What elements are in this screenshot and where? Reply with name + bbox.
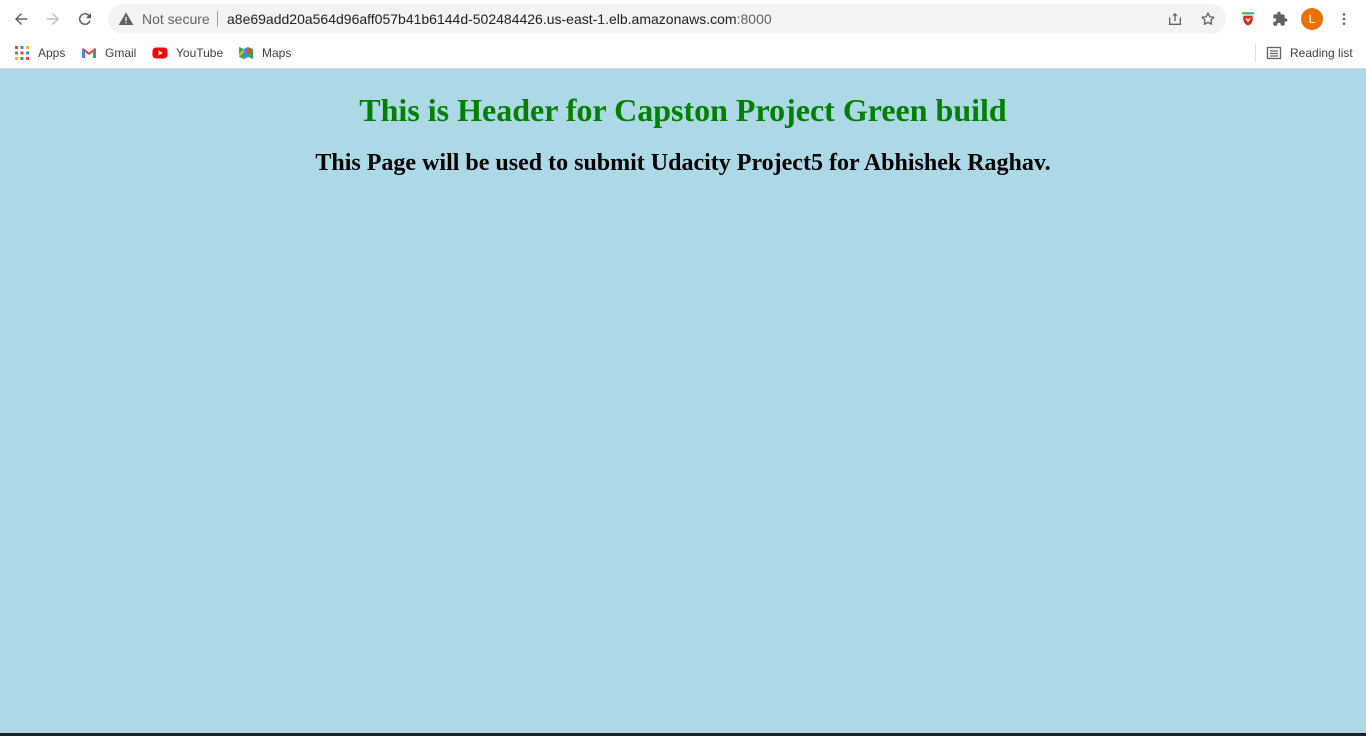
gmail-icon: [82, 48, 96, 58]
bookmark-label: YouTube: [176, 46, 224, 60]
back-button[interactable]: [7, 5, 35, 33]
url-host: a8e69add20a564d96aff057b41b6144d-5024844…: [227, 11, 737, 27]
star-icon: [1201, 12, 1215, 25]
bookmark-apps[interactable]: Apps: [14, 43, 65, 63]
share-icon: [1169, 13, 1181, 25]
bookmark-star-button[interactable]: [1198, 9, 1218, 29]
warning-triangle-icon[interactable]: [118, 11, 134, 27]
reading-list-button[interactable]: Reading list: [1266, 43, 1353, 63]
bookmarks-divider: [1255, 44, 1256, 62]
apps-grid-icon: [15, 46, 29, 60]
page-subheader: This Page will be used to submit Udacity…: [315, 150, 1051, 176]
bookmark-maps[interactable]: Maps: [238, 43, 291, 63]
browser-menu-button[interactable]: [1332, 7, 1356, 31]
reading-list-icon: [1266, 46, 1282, 60]
forward-button[interactable]: [39, 5, 67, 33]
security-status-label[interactable]: Not secure: [142, 11, 210, 27]
shield-extension-icon: [1242, 12, 1254, 26]
bookmark-label: Gmail: [105, 46, 137, 60]
profile-avatar[interactable]: L: [1301, 8, 1323, 30]
share-button[interactable]: [1165, 9, 1185, 29]
reload-icon: [78, 13, 91, 26]
url-text[interactable]: a8e69add20a564d96aff057b41b6144d-5024844…: [227, 11, 772, 27]
extensions-button[interactable]: [1268, 7, 1292, 31]
page-header: This is Header for Capston Project Green…: [359, 92, 1007, 128]
back-arrow-icon: [15, 13, 27, 25]
browser-toolbar: Not secure a8e69add20a564d96aff057b41b61…: [0, 0, 1366, 38]
bookmark-label: Maps: [262, 46, 292, 60]
bookmarks-bar: Apps Gmail YouTube Maps Reading list: [0, 38, 1366, 69]
extension-shield-button[interactable]: [1236, 7, 1260, 31]
more-vert-icon: [1342, 13, 1346, 25]
puzzle-icon: [1273, 11, 1288, 26]
page-content: This is Header for Capston Project Green…: [0, 69, 1366, 733]
bookmark-label: Apps: [38, 46, 66, 60]
address-bar[interactable]: Not secure a8e69add20a564d96aff057b41b61…: [108, 4, 1226, 34]
reading-list-label: Reading list: [1290, 46, 1353, 60]
maps-icon: [239, 47, 253, 59]
reload-button[interactable]: [71, 5, 99, 33]
bookmark-youtube[interactable]: YouTube: [152, 43, 223, 63]
url-port: :8000: [736, 11, 772, 27]
bookmark-gmail[interactable]: Gmail: [81, 43, 136, 63]
address-divider: [217, 11, 218, 27]
forward-arrow-icon: [47, 13, 59, 25]
youtube-icon: [152, 47, 168, 59]
